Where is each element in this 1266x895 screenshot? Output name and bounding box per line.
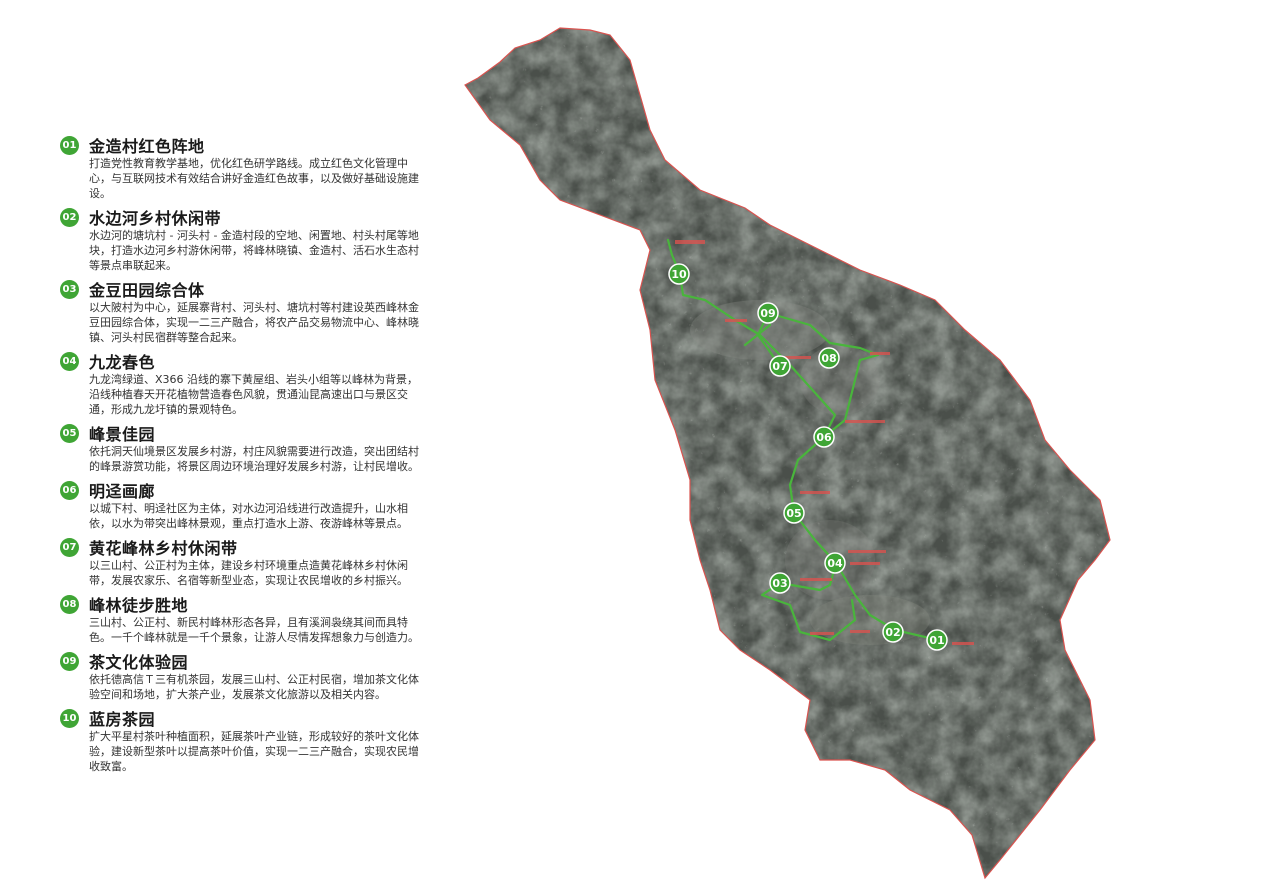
- item-title: 茶文化体验园: [89, 653, 189, 672]
- site-marker-label: 06: [816, 431, 832, 444]
- site-marker-03[interactable]: 03: [769, 572, 791, 594]
- item-description: 以三山村、公正村为主体，建设乡村环境重点造黄花峰林乡村休闲带，发展农家乐、名宿等…: [89, 559, 408, 587]
- number-badge: 04: [60, 351, 79, 371]
- legend-item-10: 10 蓝房茶园 扩大平星村茶叶种植面积，延展茶叶产业链，形成较好的茶叶文化体验，…: [60, 707, 430, 774]
- site-marker-02[interactable]: 02: [882, 621, 904, 643]
- satellite-map[interactable]: 01 02 03 04 05 06 07 08 09 10: [450, 20, 1266, 895]
- number-badge: 08: [60, 594, 79, 614]
- legend-item-06: 06 明迳画廊 以城下村、明迳社区为主体，对水边河沿线进行改造提升，山水相依，以…: [60, 479, 430, 531]
- site-marker-10[interactable]: 10: [668, 263, 690, 285]
- item-title: 金豆田园综合体: [89, 281, 205, 300]
- item-description: 三山村、公正村、新民村峰林形态各异，且有溪涧袅绕其间而具特色。一千个峰林就是一千…: [89, 616, 419, 644]
- number-badge: 02: [60, 207, 79, 227]
- site-marker-08[interactable]: 08: [818, 347, 840, 369]
- item-description: 扩大平星村茶叶种植面积，延展茶叶产业链，形成较好的茶叶文化体验，建设新型茶叶以提…: [89, 730, 419, 773]
- site-marker-label: 09: [760, 307, 775, 320]
- item-title: 明迳画廊: [89, 482, 156, 501]
- site-marker-label: 10: [671, 268, 687, 281]
- item-description: 以城下村、明迳社区为主体，对水边河沿线进行改造提升，山水相依，以水为带突出峰林景…: [89, 502, 408, 530]
- item-description: 打造党性教育教学基地，优化红色研学路线。成立红色文化管理中心，与互联网技术有效结…: [89, 157, 419, 200]
- site-marker-label: 04: [827, 557, 843, 570]
- site-marker-04[interactable]: 04: [824, 552, 846, 574]
- site-marker-09[interactable]: 09: [757, 302, 779, 324]
- item-title: 金造村红色阵地: [89, 137, 205, 156]
- site-marker-01[interactable]: 01: [926, 629, 948, 651]
- number-badge: 07: [60, 537, 79, 557]
- number-badge: 06: [60, 480, 79, 500]
- site-marker-label: 07: [772, 360, 787, 373]
- site-marker-06[interactable]: 06: [813, 426, 835, 448]
- item-description: 依托德高信Ｔ三有机茶园，发展三山村、公正村民宿，增加茶文化体验空间和场地，扩大茶…: [89, 673, 419, 701]
- number-badge: 05: [60, 423, 79, 443]
- legend-item-01: 01 金造村红色阵地 打造党性教育教学基地，优化红色研学路线。成立红色文化管理中…: [60, 134, 430, 201]
- site-marker-07[interactable]: 07: [769, 355, 791, 377]
- item-title: 水边河乡村休闲带: [89, 209, 222, 228]
- item-title: 峰景佳园: [89, 425, 156, 444]
- item-description: 水边河的塘坑村 - 河头村 - 金造村段的空地、闲置地、村头村尾等地块，打造水边…: [89, 229, 419, 272]
- item-title: 蓝房茶园: [89, 710, 156, 729]
- site-marker-label: 05: [786, 507, 801, 520]
- item-title: 九龙春色: [89, 353, 156, 372]
- item-title: 黄花峰林乡村休闲带: [89, 539, 238, 558]
- site-marker-label: 08: [821, 352, 836, 365]
- site-marker-label: 01: [929, 634, 944, 647]
- legend: 01 金造村红色阵地 打造党性教育教学基地，优化红色研学路线。成立红色文化管理中…: [60, 134, 430, 779]
- item-description: 以大陂村为中心，延展寨背村、河头村、塘坑村等村建设英西峰林金豆田园综合体，实现一…: [89, 301, 419, 344]
- site-marker-05[interactable]: 05: [783, 502, 805, 524]
- legend-item-02: 02 水边河乡村休闲带 水边河的塘坑村 - 河头村 - 金造村段的空地、闲置地、…: [60, 206, 430, 273]
- number-badge: 09: [60, 651, 79, 671]
- number-badge: 03: [60, 279, 79, 299]
- legend-item-07: 07 黄花峰林乡村休闲带 以三山村、公正村为主体，建设乡村环境重点造黄花峰林乡村…: [60, 536, 430, 588]
- terrain-imagery: [465, 28, 1110, 878]
- legend-item-04: 04 九龙春色 九龙湾绿道、X366 沿线的寨下黄屋组、岩头小组等以峰林为背景，…: [60, 350, 430, 417]
- number-badge: 10: [60, 708, 79, 728]
- legend-item-05: 05 峰景佳园 依托洞天仙境景区发展乡村游，村庄风貌需要进行改造，突出团结村的峰…: [60, 422, 430, 474]
- legend-item-08: 08 峰林徒步胜地 三山村、公正村、新民村峰林形态各异，且有溪涧袅绕其间而具特色…: [60, 593, 430, 645]
- item-description: 依托洞天仙境景区发展乡村游，村庄风貌需要进行改造，突出团结村的峰景游赏功能，将景…: [89, 445, 419, 473]
- site-marker-label: 02: [885, 626, 900, 639]
- legend-item-03: 03 金豆田园综合体 以大陂村为中心，延展寨背村、河头村、塘坑村等村建设英西峰林…: [60, 278, 430, 345]
- site-marker-label: 03: [772, 577, 787, 590]
- legend-item-09: 09 茶文化体验园 依托德高信Ｔ三有机茶园，发展三山村、公正村民宿，增加茶文化体…: [60, 650, 430, 702]
- item-title: 峰林徒步胜地: [89, 596, 189, 615]
- number-badge: 01: [60, 135, 79, 155]
- item-description: 九龙湾绿道、X366 沿线的寨下黄屋组、岩头小组等以峰林为背景，沿线种植春天开花…: [89, 373, 419, 416]
